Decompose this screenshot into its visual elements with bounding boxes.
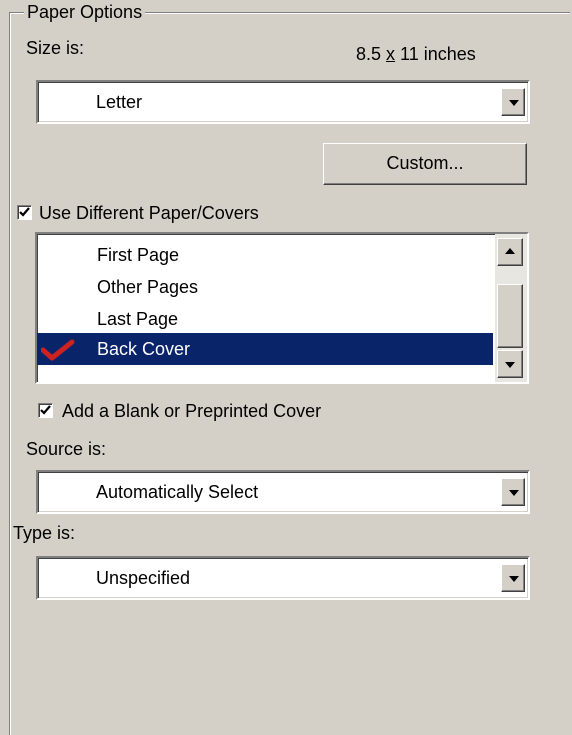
chevron-down-icon [509,490,519,496]
chevron-down-icon [505,362,515,368]
size-dimensions: 8.5 x 11 inches [356,44,476,64]
blank-cover-checkbox[interactable] [38,403,53,418]
list-item-selected[interactable]: Back Cover [37,333,493,365]
scroll-down-button[interactable] [497,350,523,378]
group-title: Paper Options [24,2,146,22]
checkmark-icon [40,405,51,415]
size-label: Size is: [26,38,85,58]
list-item[interactable]: Other Pages [37,271,493,303]
chevron-down-icon [509,576,519,582]
source-dropdown-button[interactable] [501,478,525,506]
red-checkmark-icon [41,339,75,361]
use-different-paper-label: Use Different Paper/Covers [39,203,259,223]
list-item[interactable]: First Page [37,239,493,271]
size-dropdown-button[interactable] [501,88,525,116]
use-different-paper-checkbox[interactable] [17,205,32,220]
source-dropdown[interactable]: Automatically Select [36,470,530,514]
chevron-down-icon [509,100,519,106]
type-label: Type is: [13,523,76,543]
scroll-up-button[interactable] [497,238,523,266]
blank-cover-label: Add a Blank or Preprinted Cover [62,401,322,421]
size-dropdown-value: Letter [96,92,143,112]
type-dropdown[interactable]: Unspecified [36,556,530,600]
source-dropdown-value: Automatically Select [96,482,259,502]
list-item[interactable]: Last Page [37,303,493,335]
source-label: Source is: [26,439,107,459]
size-dropdown[interactable]: Letter [36,80,530,124]
pages-listbox[interactable]: First Page Other Pages Last Page Back Co… [35,232,529,384]
type-dropdown-value: Unspecified [96,568,191,588]
checkmark-icon [19,207,30,217]
custom-button[interactable]: Custom... [323,143,527,185]
scroll-thumb[interactable] [497,284,523,348]
type-dropdown-button[interactable] [501,564,525,592]
chevron-up-icon [505,248,515,254]
